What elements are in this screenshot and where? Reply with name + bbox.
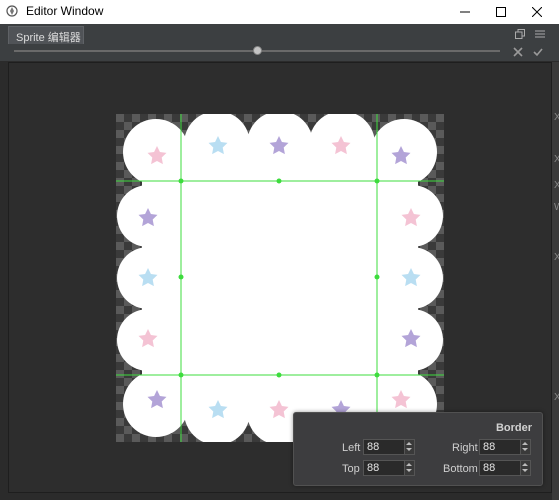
border-handle (178, 372, 184, 378)
editor-toolbar (0, 44, 559, 61)
right-border-stepper[interactable] (520, 440, 530, 454)
sprite-preview[interactable] (116, 114, 444, 442)
bottom-label: Bottom (443, 463, 478, 475)
right-edge-glyph: X (554, 154, 559, 165)
tab-bar: Sprite 编辑器 (0, 24, 559, 45)
border-handle (374, 178, 380, 184)
left-border-stepper[interactable] (404, 440, 414, 454)
tab-menu-button[interactable] (534, 28, 546, 40)
top-border-value: 88 (367, 462, 380, 474)
apply-check-icon[interactable] (533, 47, 543, 57)
right-label: Right (452, 442, 478, 454)
minimize-icon (460, 11, 470, 13)
scalloped-frame (117, 114, 443, 442)
border-handle (178, 274, 184, 280)
tab-sprite-editor[interactable]: Sprite 编辑器 (8, 26, 84, 44)
border-panel-title: Border (495, 422, 532, 434)
window-title: Editor Window (26, 4, 104, 18)
window-titlebar: Editor Window (0, 0, 559, 24)
menu-icon (535, 30, 545, 38)
right-edge-glyph: X (554, 112, 559, 123)
restore-icon (515, 29, 525, 39)
left-edge (0, 62, 8, 500)
right-edge-glyph: W (554, 202, 559, 213)
right-edge-glyph: X (554, 392, 559, 403)
border-handle (276, 372, 282, 378)
minimize-button[interactable] (447, 0, 483, 24)
border-handle (178, 178, 184, 184)
bottom-border-value: 88 (483, 462, 496, 474)
bottom-border-stepper[interactable] (520, 461, 530, 475)
left-border-value: 88 (367, 441, 380, 453)
close-window-button[interactable] (519, 0, 555, 24)
maximize-icon (496, 7, 506, 17)
right-border-value: 88 (483, 441, 496, 453)
close-icon (532, 7, 542, 17)
right-edge-glyph: X (554, 180, 559, 191)
unity-app-icon (6, 5, 18, 17)
tab-label: Sprite 编辑器 (16, 32, 81, 44)
top-border-field[interactable]: 88 (363, 460, 415, 476)
top-label: Top (342, 463, 360, 475)
border-handle (374, 274, 380, 280)
left-label: Left (342, 442, 361, 454)
top-border-stepper[interactable] (404, 461, 414, 475)
right-edge-panel: X X X W X X (552, 62, 559, 500)
right-edge-glyph: X (554, 252, 559, 263)
revert-icon[interactable] (513, 47, 523, 57)
maximize-button[interactable] (483, 0, 519, 24)
border-panel: Border Left 88 Right 88 Top 88 Bottom 88 (293, 412, 543, 486)
left-border-field[interactable]: 88 (363, 439, 415, 455)
zoom-slider-thumb[interactable] (252, 46, 262, 55)
bottom-border-field[interactable]: 88 (479, 460, 531, 476)
restore-tab-button[interactable] (514, 28, 526, 40)
right-border-field[interactable]: 88 (479, 439, 531, 455)
border-handle (374, 372, 380, 378)
border-handle (276, 178, 282, 184)
